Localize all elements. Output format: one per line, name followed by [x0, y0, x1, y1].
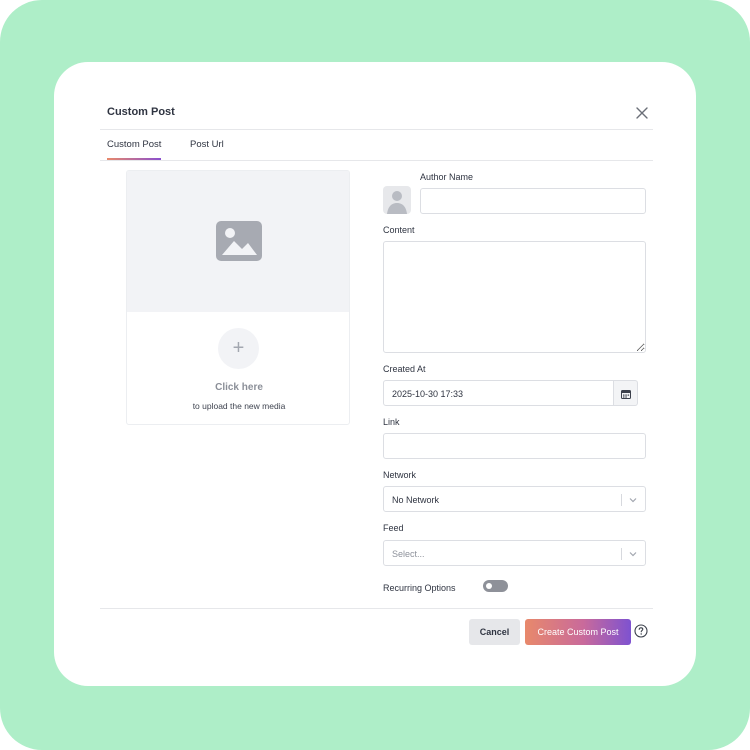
feed-select[interactable]: Select...	[383, 540, 646, 566]
content-textarea[interactable]	[383, 241, 646, 353]
chevron-down-icon	[629, 552, 637, 557]
tabs-top-divider	[100, 129, 653, 130]
upload-hint: to upload the new media	[192, 401, 286, 411]
network-selected-value: No Network	[392, 495, 440, 505]
media-preview	[127, 171, 349, 312]
upload-click-here[interactable]: Click here	[127, 382, 349, 393]
created-at-input[interactable]: 2025-10-30 17:33	[383, 380, 614, 406]
author-name-label: Author Name	[420, 172, 474, 182]
feed-label: Feed	[383, 523, 404, 533]
link-input[interactable]	[383, 433, 646, 459]
footer-divider	[100, 608, 653, 609]
calendar-icon	[621, 390, 631, 399]
tab-custom-post[interactable]: Custom Post	[107, 139, 162, 160]
close-icon[interactable]	[634, 105, 650, 121]
create-custom-post-button[interactable]: Create Custom Post	[525, 619, 631, 645]
recurring-options-label: Recurring Options	[383, 583, 456, 593]
author-name-input[interactable]	[420, 188, 646, 214]
media-upload-card[interactable]: + Click here to upload the new media	[126, 170, 350, 425]
recurring-toggle[interactable]	[483, 580, 508, 592]
select-divider	[621, 494, 622, 506]
content-label: Content	[383, 225, 415, 235]
created-at-value: 2025-10-30 17:33	[392, 389, 464, 399]
tab-post-url[interactable]: Post Url	[190, 139, 224, 160]
select-divider	[621, 548, 622, 560]
link-label: Link	[383, 417, 400, 427]
custom-post-modal: Custom Post Custom Post Post Url + Click…	[54, 62, 696, 686]
cancel-button[interactable]: Cancel	[469, 619, 520, 645]
avatar-icon	[383, 186, 411, 214]
plus-icon[interactable]: +	[218, 328, 259, 369]
toggle-knob	[486, 583, 492, 589]
tabs-bottom-divider	[100, 160, 653, 161]
feed-placeholder: Select...	[392, 549, 425, 559]
chevron-down-icon	[629, 498, 637, 503]
image-icon	[216, 221, 262, 261]
modal-title: Custom Post	[107, 106, 175, 118]
network-label: Network	[383, 470, 417, 480]
help-icon[interactable]	[634, 624, 648, 638]
calendar-button[interactable]	[614, 380, 638, 406]
created-at-label: Created At	[383, 364, 426, 374]
network-select[interactable]: No Network	[383, 486, 646, 512]
